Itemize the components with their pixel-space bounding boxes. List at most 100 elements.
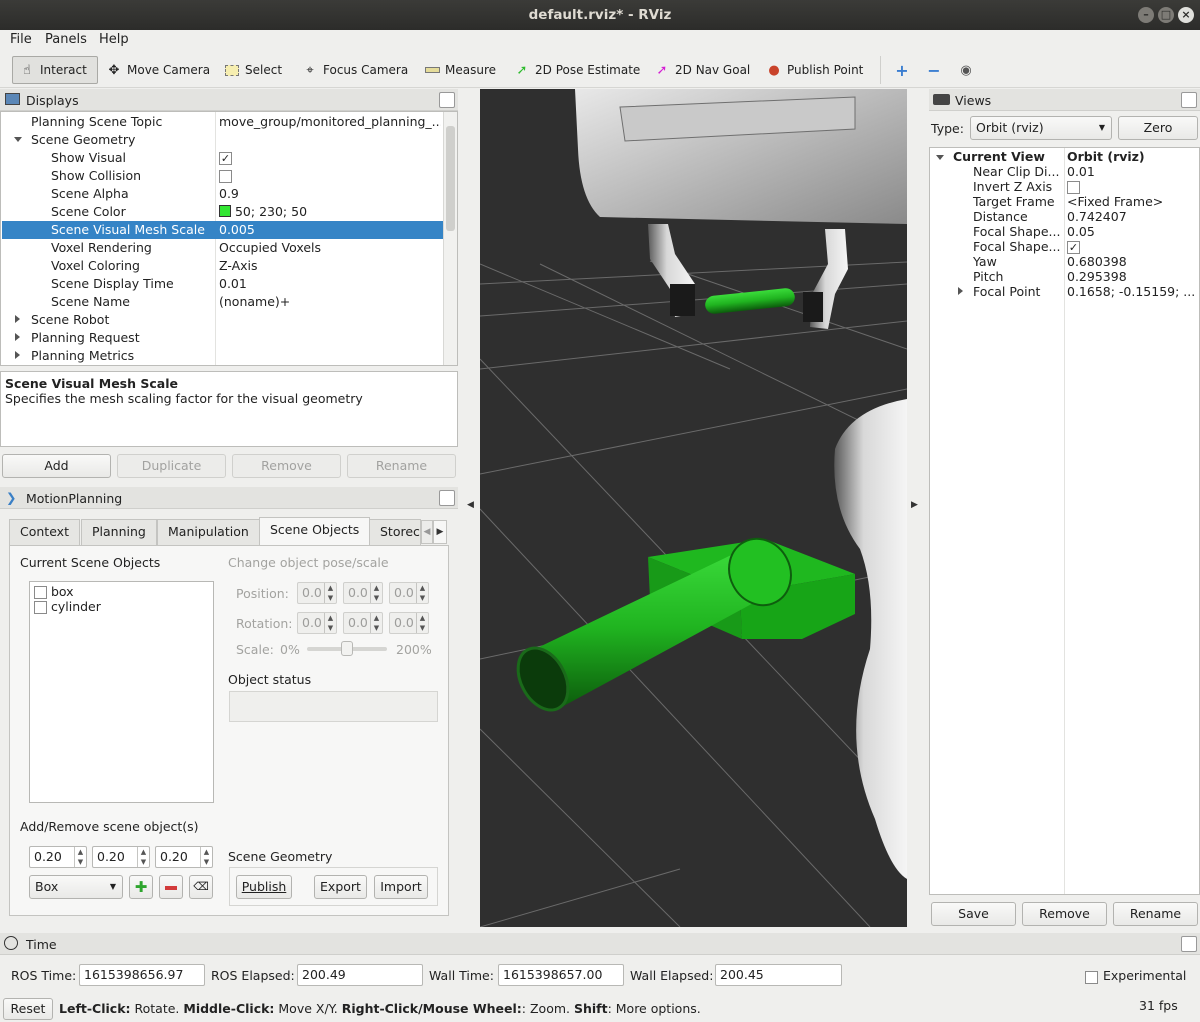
rotation-y-spinbox[interactable]: 0.0 ▲ ▼ [343,612,383,634]
collapse-right-icon[interactable]: ▶ [911,500,918,510]
view-property-row[interactable]: Pitch 0.295398 [931,269,1199,284]
display-property-row[interactable]: Voxel Coloring Z-Axis [2,257,443,275]
menu-panels[interactable]: Panels [45,32,87,47]
display-property-row[interactable]: Scene Name (noname)+ [2,293,443,311]
view-type-select[interactable]: Orbit (rviz) ▼ [970,116,1112,140]
menu-file[interactable]: File [10,32,32,47]
position-z-spinbox[interactable]: 0.0 ▲ ▼ [389,582,429,604]
property-value[interactable]: 0.9 [219,186,441,201]
expand-right-icon[interactable] [15,315,20,323]
property-value[interactable]: (noname)+ [219,294,441,309]
tab-planning[interactable]: Planning [81,519,157,545]
view-property-row[interactable]: Invert Z Axis [931,179,1199,194]
interact-tool-button[interactable]: ☝ Interact [12,56,98,84]
duplicate-display-button[interactable]: Duplicate [117,454,226,478]
rotation-z-spinbox[interactable]: 0.0 ▲ ▼ [389,612,429,634]
remove-object-button[interactable] [159,875,183,899]
remove-display-button[interactable]: Remove [232,454,341,478]
reset-button[interactable]: Reset [3,998,53,1020]
expand-right-icon[interactable] [15,333,20,341]
view-property-value[interactable]: 0.295398 [1067,269,1197,284]
nav-goal-tool-button[interactable]: ➚ 2D Nav Goal [648,56,756,84]
publish-button[interactable]: Publish [236,875,292,899]
pose-estimate-tool-button[interactable]: ➚ 2D Pose Estimate [508,56,646,84]
scene-objects-list[interactable]: box cylinder [29,581,214,803]
ros-elapsed-field[interactable]: 200.49 [297,964,423,986]
tab-stored[interactable]: Storec [369,519,421,545]
menu-help[interactable]: Help [99,32,129,47]
color-swatch[interactable] [219,205,231,217]
current-view-row[interactable]: Current View Orbit (rviz) [931,149,1199,164]
displays-scrollbar[interactable] [443,112,457,365]
expand-right-icon[interactable] [958,287,963,295]
add-object-button[interactable]: ✚ [129,875,153,899]
property-value[interactable]: move_group/monitored_planning_... [219,114,441,129]
zero-button[interactable]: Zero [1118,116,1198,140]
expand-down-icon[interactable] [14,137,22,142]
wall-time-field[interactable]: 1615398657.00 [498,964,624,986]
publish-point-tool-button[interactable]: ● Publish Point [760,56,869,84]
tab-context[interactable]: Context [9,519,80,545]
box-checkbox[interactable] [34,586,47,599]
rename-display-button[interactable]: Rename [347,454,456,478]
minimize-button[interactable]: – [1138,7,1154,23]
scale-slider-handle[interactable] [341,641,353,656]
rename-view-button[interactable]: Rename [1113,902,1198,926]
views-undock-checkbox[interactable] [1181,92,1197,108]
collapse-left-icon[interactable]: ◀ [467,500,474,510]
position-x-spinbox[interactable]: 0.0 ▲ ▼ [297,582,337,604]
displays-undock-checkbox[interactable] [439,92,455,108]
select-tool-button[interactable]: Select [218,56,288,84]
import-button[interactable]: Import [374,875,428,899]
display-property-row[interactable]: Planning Request [2,329,443,347]
display-property-row[interactable]: Scene Color 50; 230; 50 [2,203,443,221]
wall-elapsed-field[interactable]: 200.45 [715,964,842,986]
view-property-row[interactable]: Yaw 0.680398 [931,254,1199,269]
property-value[interactable]: 0.005 [219,222,441,237]
list-item[interactable]: box [34,584,74,599]
tab-scene-objects[interactable]: Scene Objects [259,517,371,545]
display-property-row[interactable]: Scene Visual Mesh Scale 0.005 [2,221,443,239]
view-property-value[interactable]: 0.1658; -0.15159; ... [1067,284,1197,299]
clear-objects-button[interactable]: ⌫ [189,875,213,899]
display-property-row[interactable]: Voxel Rendering Occupied Voxels [2,239,443,257]
tool-properties-button[interactable]: ◉ [952,56,980,84]
expand-right-icon[interactable] [15,351,20,359]
move-camera-tool-button[interactable]: ✥ Move Camera [100,56,216,84]
view-property-value[interactable]: 0.742407 [1067,209,1197,224]
save-view-button[interactable]: Save [931,902,1016,926]
view-property-row[interactable]: Target Frame <Fixed Frame> [931,194,1199,209]
remove-tool-button[interactable]: − [920,56,948,84]
ros-time-field[interactable]: 1615398656.97 [79,964,205,986]
invert-z-checkbox[interactable] [1067,181,1080,194]
motion-planning-undock-checkbox[interactable] [439,490,455,506]
experimental-checkbox[interactable] [1085,971,1098,984]
shape-select[interactable]: Box ▼ [29,875,123,899]
show-visual-checkbox[interactable]: ✓ [219,152,232,165]
3d-viewport[interactable] [480,89,907,927]
display-property-row[interactable]: Planning Metrics [2,347,443,365]
view-property-row[interactable]: Focal Shape... ✓ [931,239,1199,254]
property-value[interactable]: Z-Axis [219,258,441,273]
view-property-row[interactable]: Near Clip Di... 0.01 [931,164,1199,179]
close-button[interactable]: × [1178,7,1194,23]
show-collision-checkbox[interactable] [219,170,232,183]
maximize-button[interactable]: □ [1158,7,1174,23]
focal-shape-checkbox[interactable]: ✓ [1067,241,1080,254]
view-property-value[interactable]: <Fixed Frame> [1067,194,1197,209]
dimension-z-spinbox[interactable]: 0.20 ▲ ▼ [155,846,213,868]
tab-scroll-right-icon[interactable]: ▶ [433,520,447,544]
dimension-x-spinbox[interactable]: 0.20 ▲ ▼ [29,846,87,868]
display-property-row[interactable]: Planning Scene Topic move_group/monitored… [2,113,443,131]
display-property-row[interactable]: Scene Robot [2,311,443,329]
rotation-x-spinbox[interactable]: 0.0 ▲ ▼ [297,612,337,634]
view-property-row[interactable]: Focal Point 0.1658; -0.15159; ... [931,284,1199,299]
add-tool-button[interactable]: + [888,56,916,84]
display-property-row[interactable]: Scene Alpha 0.9 [2,185,443,203]
export-button[interactable]: Export [314,875,367,899]
display-property-row[interactable]: Show Visual ✓ [2,149,443,167]
list-item[interactable]: cylinder [34,599,101,614]
display-property-row[interactable]: Scene Display Time 0.01 [2,275,443,293]
view-property-row[interactable]: Distance 0.742407 [931,209,1199,224]
tab-manipulation[interactable]: Manipulation [157,519,260,545]
